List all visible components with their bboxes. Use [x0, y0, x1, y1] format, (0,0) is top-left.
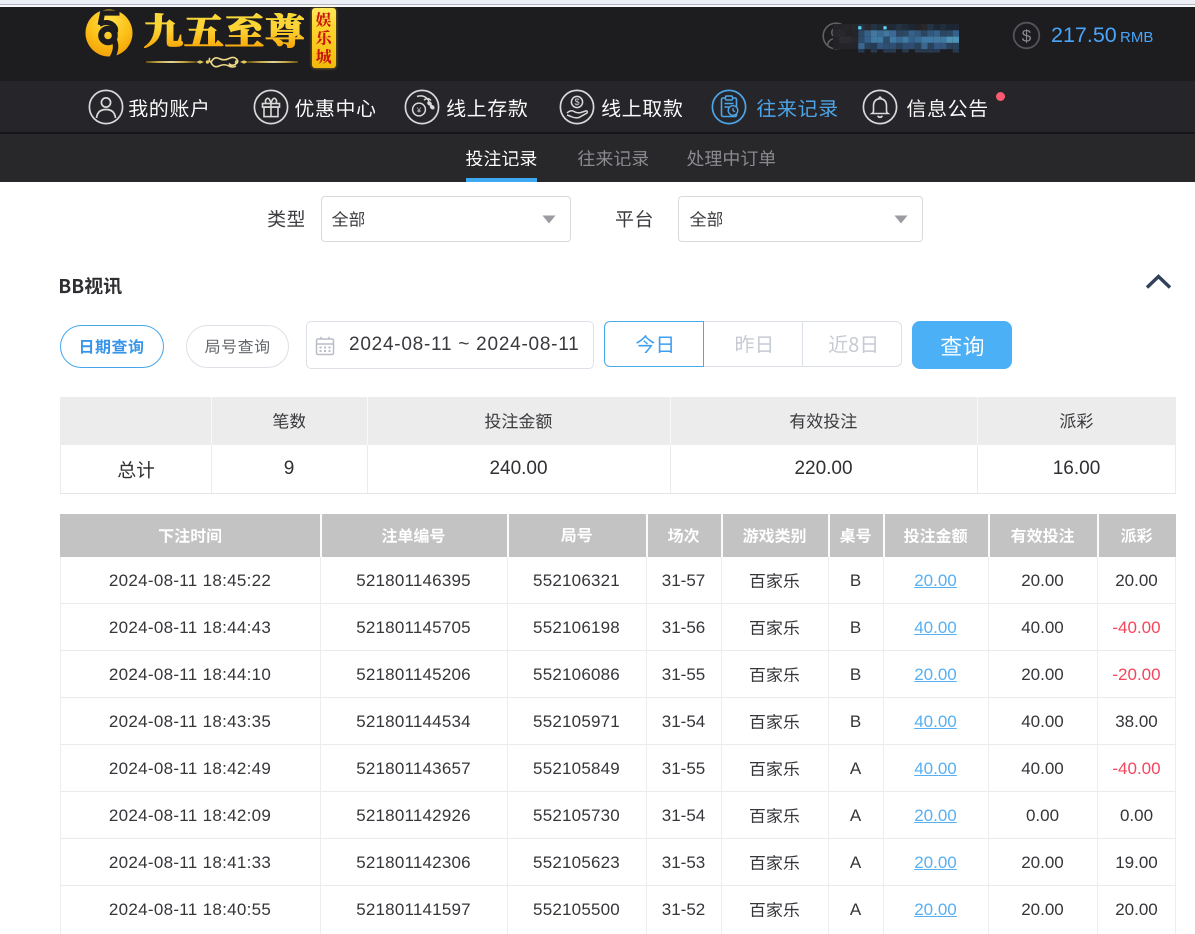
svg-text:¥: ¥ — [416, 105, 421, 114]
svg-text:$: $ — [1022, 27, 1032, 46]
svg-text:$: $ — [574, 97, 579, 107]
